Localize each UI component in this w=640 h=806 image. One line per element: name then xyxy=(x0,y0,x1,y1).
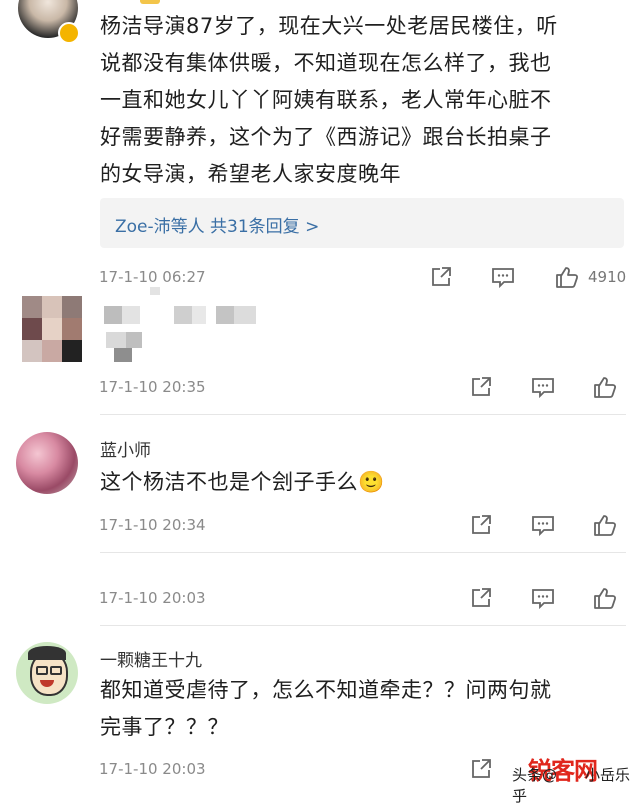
share-button[interactable] xyxy=(468,585,494,611)
comment-line: 杨洁导演87岁了，现在大兴一处老居民楼住，听 xyxy=(100,14,558,38)
share-icon xyxy=(472,759,491,778)
timestamp: 17-1-10 20:03 xyxy=(99,589,206,607)
comment-line: 这个杨洁不也是个刽子手么🙂 xyxy=(100,470,385,494)
like-icon xyxy=(594,588,617,609)
timestamp: 17-1-10 20:03 xyxy=(99,760,206,778)
comment-line: 都知道受虐待了，怎么不知道牵走？？问两句就 xyxy=(100,678,552,702)
comment-body: 都知道受虐待了，怎么不知道牵走？？问两句就 完事了？？？ xyxy=(100,672,552,746)
reply-summary-box[interactable]: Zoe-沛等人 共31条回复 > xyxy=(100,198,624,248)
like-button[interactable] xyxy=(592,374,618,400)
username[interactable]: 蓝小师 xyxy=(100,436,151,461)
verified-badge-icon xyxy=(58,22,80,44)
comment-button[interactable] xyxy=(530,585,556,611)
avatar[interactable] xyxy=(16,642,78,704)
comment-icon xyxy=(492,268,514,289)
username[interactable]: 一颗糖王十九 xyxy=(100,646,202,671)
comment-line: 一直和她女儿丫丫阿姨有联系，老人常年心脏不 xyxy=(100,88,552,112)
blurred-comment xyxy=(106,332,146,362)
comment-line: 好需要静养，这个为了《西游记》跟台长拍桌子 xyxy=(100,125,552,149)
share-icon xyxy=(472,377,491,396)
avatar[interactable] xyxy=(16,432,78,494)
comment-body: 杨洁导演87岁了，现在大兴一处老居民楼住，听 说都没有集体供暖，不知道现在怎么样… xyxy=(100,8,558,193)
comment-line: 完事了？？？ xyxy=(100,715,229,739)
like-icon xyxy=(594,515,617,536)
share-icon xyxy=(472,588,491,607)
like-button[interactable] xyxy=(554,264,580,290)
share-button[interactable] xyxy=(468,374,494,400)
comment-line: 的女导演，希望老人家安度晚年 xyxy=(100,162,401,186)
comment-icon xyxy=(532,589,554,610)
share-button[interactable] xyxy=(428,264,454,290)
blurred-username xyxy=(104,306,256,324)
avatar[interactable] xyxy=(22,296,82,362)
reply-summary-link[interactable]: Zoe-沛等人 共31条回复 > xyxy=(115,212,319,237)
divider xyxy=(100,414,626,415)
like-icon xyxy=(556,267,579,288)
comment-icon xyxy=(532,516,554,537)
watermark-prefix: 头条@ xyxy=(512,766,558,784)
like-button[interactable] xyxy=(592,585,618,611)
share-icon xyxy=(432,267,451,286)
share-icon xyxy=(472,515,491,534)
comment-button[interactable] xyxy=(530,374,556,400)
comment-button[interactable] xyxy=(530,512,556,538)
timestamp: 17-1-10 20:34 xyxy=(99,516,206,534)
timestamp: 17-1-10 06:27 xyxy=(99,268,206,286)
like-button[interactable] xyxy=(592,512,618,538)
like-icon xyxy=(594,377,617,398)
divider xyxy=(100,552,626,553)
username-badge xyxy=(140,0,160,4)
comment-body: 这个杨洁不也是个刽子手么🙂 xyxy=(100,464,385,501)
like-count: 4910 xyxy=(588,268,627,286)
share-button[interactable] xyxy=(468,512,494,538)
divider xyxy=(100,625,626,626)
comment-line: 说都没有集体供暖，不知道现在怎么样了，我也 xyxy=(100,51,552,75)
author-watermark: 头条@ 小岳乐乎 xyxy=(512,764,640,806)
timestamp: 17-1-10 20:35 xyxy=(99,378,206,396)
comment-button[interactable] xyxy=(490,264,516,290)
share-button[interactable] xyxy=(468,756,494,782)
blur-dot xyxy=(150,287,160,295)
comment-icon xyxy=(532,378,554,399)
